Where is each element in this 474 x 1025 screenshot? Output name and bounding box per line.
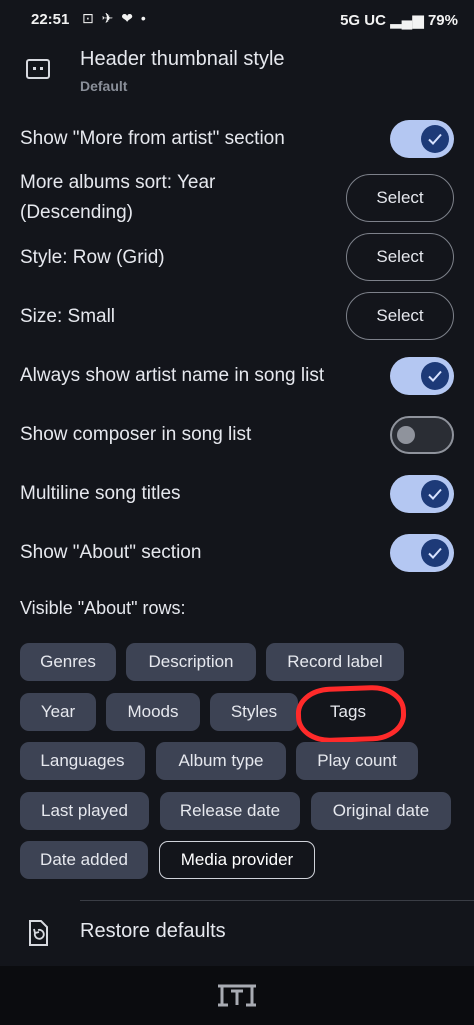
setting-subtitle: Default xyxy=(80,78,128,94)
chip-release-date[interactable]: Release date xyxy=(160,792,300,830)
toggle-knob xyxy=(397,426,415,444)
status-bar: 22:51 ⊡ ✈ ❤ • 5G UC ▂▄▆ 79% xyxy=(0,0,474,38)
more-from-artist-toggle[interactable] xyxy=(390,120,454,158)
chip-album-type[interactable]: Album type xyxy=(156,742,286,780)
check-icon xyxy=(428,370,442,382)
status-right: 5G UC ▂▄▆ 79% xyxy=(340,11,458,29)
style-select-button[interactable]: Select xyxy=(346,233,454,281)
chip-last-played[interactable]: Last played xyxy=(20,792,149,830)
artist-name-toggle[interactable] xyxy=(390,357,454,395)
composer-label: Show composer in song list xyxy=(20,424,252,445)
chip-year[interactable]: Year xyxy=(20,693,96,731)
setting-title: Header thumbnail style xyxy=(80,48,285,70)
check-icon xyxy=(428,547,442,559)
about-rows-heading: Visible "About" rows: xyxy=(20,598,186,618)
chip-moods[interactable]: Moods xyxy=(106,693,200,731)
artist-name-label: Always show artist name in song list xyxy=(20,365,325,386)
divider xyxy=(80,900,474,901)
size-label: Size: Small xyxy=(20,306,116,327)
more-from-artist-label: Show "More from artist" section xyxy=(20,128,285,149)
restore-document-icon xyxy=(29,920,48,946)
check-icon xyxy=(428,133,442,145)
signal-icon: ▂▄▆ xyxy=(390,12,424,29)
chip-genres[interactable]: Genres xyxy=(20,643,116,681)
multiline-toggle[interactable] xyxy=(390,475,454,513)
app-logo-icon xyxy=(218,984,256,1007)
notification-icons: ⊡ ✈ ❤ • xyxy=(82,10,148,26)
chip-record-label[interactable]: Record label xyxy=(266,643,404,681)
albums-sort-label-line1: More albums sort: Year xyxy=(20,172,216,193)
chip-date-added[interactable]: Date added xyxy=(20,841,148,879)
screen-dots-icon xyxy=(26,59,50,79)
chip-media-provider[interactable]: Media provider xyxy=(159,841,315,879)
composer-toggle[interactable] xyxy=(390,416,454,454)
toggle-knob xyxy=(421,362,449,390)
chip-original-date[interactable]: Original date xyxy=(311,792,451,830)
chip-description[interactable]: Description xyxy=(126,643,256,681)
about-section-label: Show "About" section xyxy=(20,542,202,563)
multiline-label: Multiline song titles xyxy=(20,483,181,504)
red-annotation-circle xyxy=(295,684,407,744)
toggle-knob xyxy=(421,539,449,567)
status-time: 22:51 xyxy=(31,11,70,28)
check-icon xyxy=(428,488,442,500)
chip-languages[interactable]: Languages xyxy=(20,742,145,780)
about-section-toggle[interactable] xyxy=(390,534,454,572)
toggle-knob xyxy=(421,480,449,508)
albums-sort-select-button[interactable]: Select xyxy=(346,174,454,222)
albums-sort-label-line2: (Descending) xyxy=(20,202,133,223)
header-thumbnail-setting[interactable]: Header thumbnail style Default xyxy=(0,38,474,102)
size-select-button[interactable]: Select xyxy=(346,292,454,340)
battery-level: 79% xyxy=(427,12,458,29)
restore-defaults-label: Restore defaults xyxy=(80,920,226,942)
network-label: 5G UC xyxy=(340,12,386,29)
chip-styles[interactable]: Styles xyxy=(210,693,298,731)
albums-sort-label: More albums sort: Year (Descending) xyxy=(20,168,215,228)
chip-play-count[interactable]: Play count xyxy=(296,742,418,780)
toggle-knob xyxy=(421,125,449,153)
style-label: Style: Row (Grid) xyxy=(20,247,165,268)
